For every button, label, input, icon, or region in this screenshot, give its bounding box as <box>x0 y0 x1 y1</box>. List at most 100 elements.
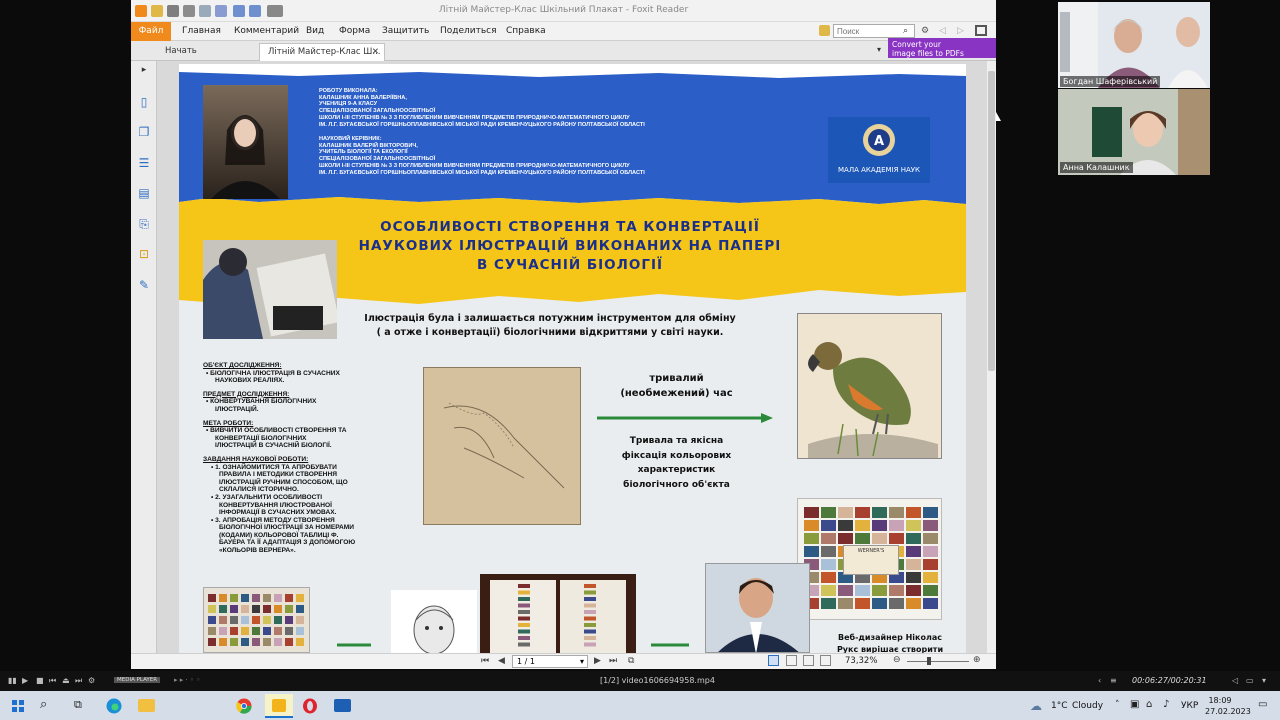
settings-icon[interactable]: ⚙ <box>88 676 95 685</box>
menu-comment[interactable]: Комментарий <box>234 26 299 36</box>
notification-icon[interactable]: ▭ <box>1258 699 1267 710</box>
zoom-in-icon[interactable]: ⊕ <box>973 655 981 665</box>
playlist-icon[interactable]: ≡ <box>1110 676 1117 685</box>
book-swatch <box>584 597 596 601</box>
tab-document[interactable]: Літній Майстер-Клас Ш... ✕ <box>259 43 385 61</box>
next-icon[interactable]: ⏭ <box>75 676 82 686</box>
attachments-icon[interactable]: ⎘ <box>137 217 151 231</box>
tray-app-icon[interactable]: ▣ <box>1130 699 1139 710</box>
edge-browser-icon[interactable] <box>106 698 122 714</box>
single-page-view-icon[interactable] <box>768 655 779 666</box>
layers-icon[interactable]: ❐ <box>137 125 151 139</box>
subject-text-line: • КОНВЕРТУВАННЯ БІОЛОГІЧНИХ <box>206 398 317 406</box>
vertical-scrollbar[interactable] <box>987 61 996 653</box>
rotate-icon[interactable]: ⧉ <box>628 656 634 666</box>
volume-icon[interactable]: ♪ <box>1163 699 1169 710</box>
weather-temperature[interactable]: 1°C <box>1051 701 1068 711</box>
bauer-swatch <box>296 638 304 646</box>
chrome-browser-icon[interactable] <box>236 698 252 714</box>
eject-icon[interactable]: ⏏ <box>62 676 70 685</box>
folder-icon[interactable] <box>819 25 830 36</box>
werner-swatch <box>838 507 853 518</box>
page-thumbnails-icon[interactable]: ▯ <box>137 95 151 109</box>
language-indicator[interactable]: УКР <box>1181 701 1198 711</box>
first-page-icon[interactable]: ⏮ <box>481 656 489 666</box>
menu-view[interactable]: Вид <box>306 26 324 36</box>
participant-tile-1[interactable]: Богдан Шаферівський <box>1058 2 1210 88</box>
nav-forward-icon[interactable]: ▷ <box>957 26 964 36</box>
zoom-slider[interactable] <box>907 661 969 662</box>
continuous-view-icon[interactable] <box>786 655 797 666</box>
volume-icon[interactable]: ◁ <box>1232 676 1238 685</box>
participant-tile-2[interactable]: Анна Калашник <box>1058 89 1210 175</box>
menu-form[interactable]: Форма <box>339 26 370 36</box>
task-view-icon[interactable]: ⧉ <box>74 698 82 712</box>
menu-protect[interactable]: Защитить <box>382 26 429 36</box>
media-player-taskbar-icon[interactable] <box>334 699 351 712</box>
stop-icon[interactable]: ■ <box>36 676 44 685</box>
opera-browser-icon[interactable] <box>302 698 318 714</box>
menu-home[interactable]: Главная <box>182 26 221 36</box>
foxit-reader-taskbar-button[interactable] <box>265 694 293 718</box>
bookmarks-icon[interactable]: ☰ <box>137 156 151 170</box>
next-page-icon[interactable]: ▶ <box>594 656 601 666</box>
speed-control-icon[interactable]: ▸ ▸ · ◦ ◦ <box>174 676 200 684</box>
file-explorer-icon[interactable] <box>138 699 155 712</box>
page-selector[interactable]: 1 / 1 ▾ <box>512 655 588 668</box>
werner-swatch <box>855 598 870 609</box>
title-line: В СУЧАСНІЙ БІОЛОГІЇ <box>476 257 664 273</box>
continuous-facing-view-icon[interactable] <box>820 655 831 666</box>
windows-start-icon[interactable] <box>12 700 24 712</box>
search-icon[interactable]: ⌕ <box>40 697 47 712</box>
fullscreen-icon[interactable]: ▭ <box>1246 676 1254 685</box>
player-mode-icon[interactable]: ‹ <box>1098 676 1101 685</box>
close-tab-icon[interactable]: ✕ <box>372 44 379 60</box>
bauer-swatch <box>285 594 293 602</box>
fixation-line: характеристик <box>637 465 716 475</box>
tab-start[interactable]: Начать <box>157 43 249 61</box>
weather-description[interactable]: Cloudy <box>1072 701 1103 711</box>
zoom-slider-handle[interactable] <box>927 657 931 665</box>
play-pause-icon[interactable]: ▮▮ <box>8 676 17 685</box>
werner-swatch <box>906 533 921 544</box>
author-line: ШКОЛИ І-ІІІ СТУПЕНІВ № 3 З ПОГЛИБЛЕНИМ В… <box>319 114 630 121</box>
zoom-level[interactable]: 73,32% <box>845 656 877 666</box>
settings-icon[interactable]: ⚙ <box>921 26 929 36</box>
menu-share[interactable]: Поделиться <box>440 26 497 36</box>
scrollbar-thumb[interactable] <box>988 71 995 371</box>
system-clock[interactable]: 18:09 27.02.2023 <box>1205 695 1251 717</box>
play-icon[interactable]: ▶ <box>22 676 28 685</box>
tasks-text-line: ІНФОРМАЦІЇ В СУЧАСНИХ УМОВАХ. <box>219 509 337 517</box>
zoom-out-icon[interactable]: ⊖ <box>893 655 901 665</box>
tab-dropdown-icon[interactable]: ▾ <box>877 45 881 54</box>
prev-page-icon[interactable]: ◀ <box>498 656 505 666</box>
clock-date: 27.02.2023 <box>1205 707 1251 716</box>
fixation-line: Тривала та якісна <box>629 436 724 446</box>
last-page-icon[interactable]: ⏭ <box>609 656 617 666</box>
menu-help[interactable]: Справка <box>506 26 546 36</box>
file-menu-button[interactable]: Файл <box>131 22 171 41</box>
werner-label: WERNER'S <box>843 545 899 575</box>
previous-icon[interactable]: ⏮ <box>49 676 56 686</box>
search-icon[interactable]: ⌕ <box>903 26 908 36</box>
security-icon[interactable]: ⊡ <box>137 247 151 261</box>
panel-expand-icon[interactable]: ▸ <box>137 63 151 77</box>
werner-swatch <box>923 559 938 570</box>
werner-swatch <box>855 585 870 596</box>
comments-icon[interactable]: ▤ <box>137 186 151 200</box>
account-icon[interactable] <box>975 25 987 36</box>
signature-icon[interactable]: ✎ <box>137 278 151 292</box>
network-icon[interactable]: ⌂ <box>1146 699 1152 710</box>
tasks-text-line: ПРАВИЛА І МЕТОДИКИ СТВОРЕННЯ <box>219 471 337 479</box>
menu-icon[interactable]: ▾ <box>1262 676 1266 685</box>
tasks-text-line: БАУЕРА ТА ЇЇ АДАПТАЦІЯ З ДОПОМОГОЮ <box>219 539 356 547</box>
werner-swatch <box>923 507 938 518</box>
facing-view-icon[interactable] <box>803 655 814 666</box>
book-swatch <box>518 642 530 647</box>
werner-swatch <box>906 585 921 596</box>
werner-swatch <box>923 546 938 557</box>
werner-swatch <box>923 520 938 531</box>
convert-promo-banner[interactable]: Convert your image files to PDFs <box>888 38 996 58</box>
nav-back-icon[interactable]: ◁ <box>939 26 946 36</box>
tray-chevron-up-icon[interactable]: ˄ <box>1115 700 1120 710</box>
